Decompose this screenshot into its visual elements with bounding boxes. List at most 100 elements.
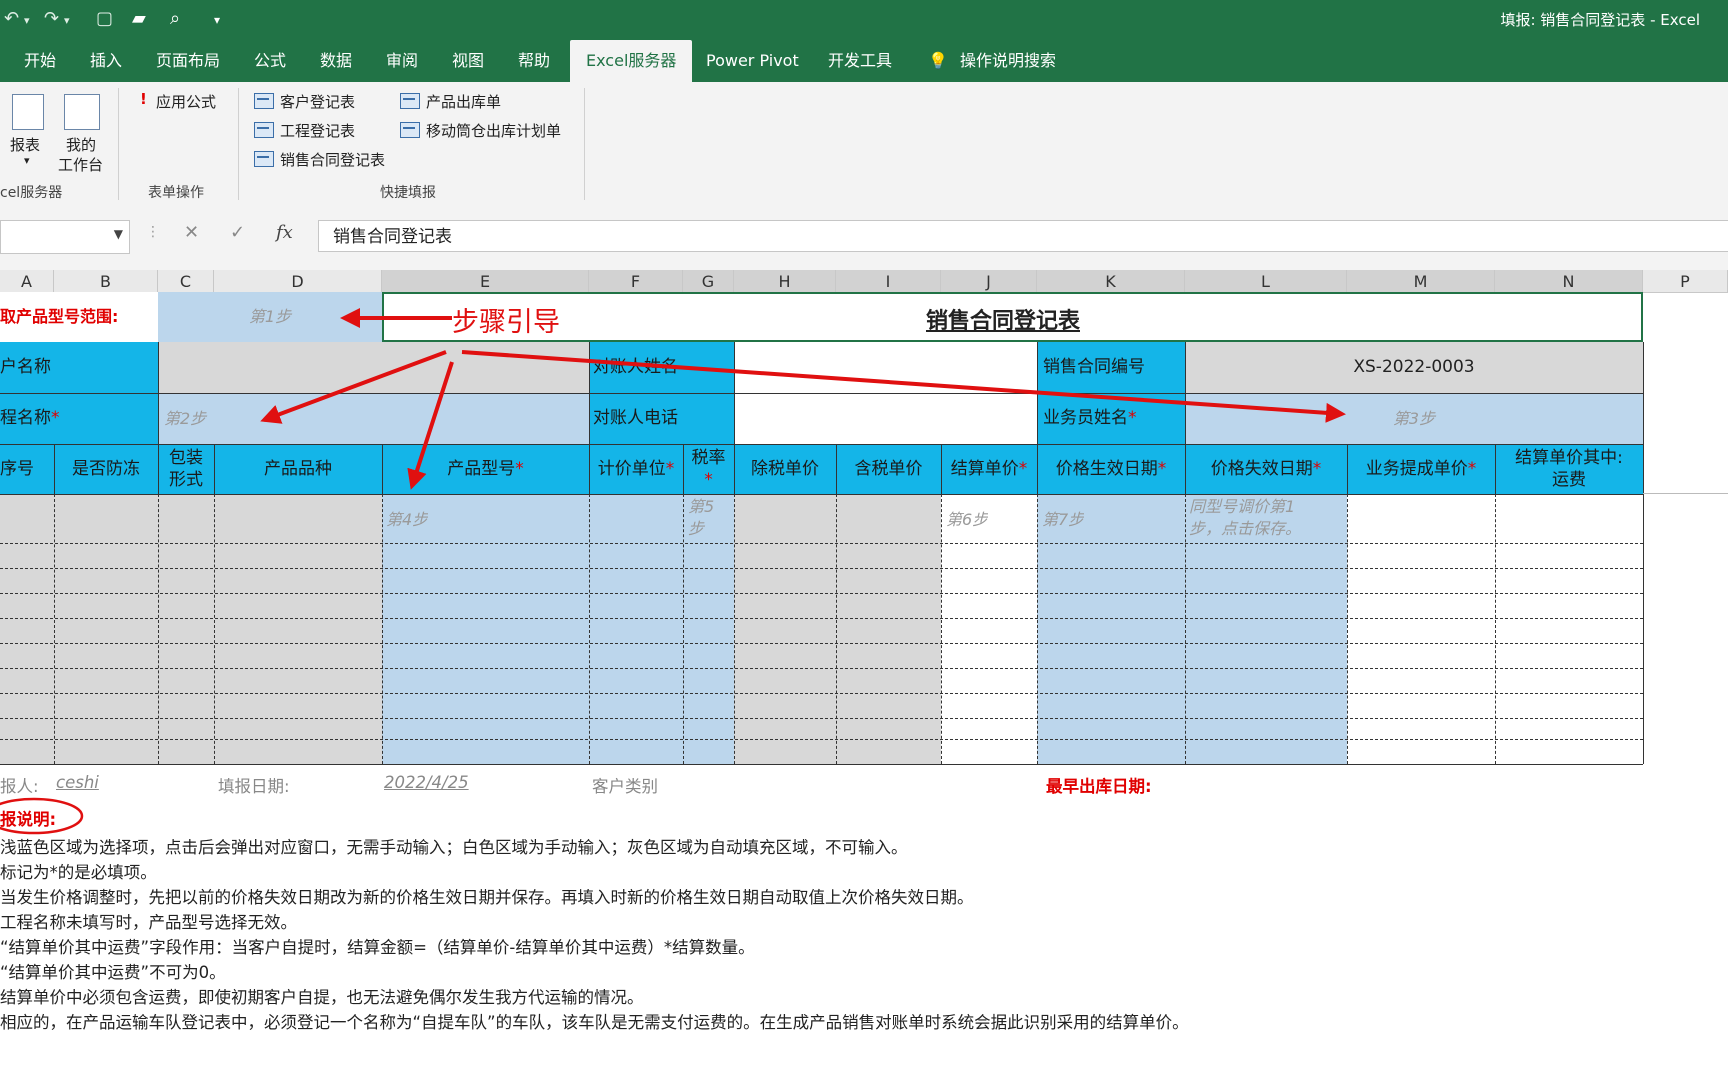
header-package: 包装 形式 — [158, 444, 214, 494]
grid-line — [0, 393, 1643, 394]
date-value[interactable]: 2022/4/25 — [384, 773, 469, 792]
column-header-m[interactable]: M — [1347, 270, 1495, 292]
customize-toolbar-icon[interactable]: ▾ — [214, 13, 220, 27]
formula-input[interactable]: 销售合同登记表 — [318, 220, 1728, 252]
tab-excel-server[interactable]: Excel服务器 — [570, 40, 693, 82]
column-header-i[interactable]: I — [836, 270, 941, 292]
column-headers: A B C D E F G H I J K L M N P — [0, 270, 1728, 293]
quick-fill-silo-plan[interactable]: 移动筒仓出库计划单 — [400, 120, 561, 141]
exclamation-icon: ! — [140, 90, 147, 108]
instruction-line: “结算单价其中运费”不可为0。 — [0, 963, 226, 982]
drag-handle-icon[interactable]: ⋮ — [146, 224, 160, 240]
apply-formula-button[interactable]: 应用公式 — [156, 91, 216, 112]
grid-line — [683, 444, 684, 494]
reporter-value[interactable]: ceshi — [56, 773, 99, 792]
report-button[interactable]: 报表 — [10, 134, 40, 155]
tab-page-layout[interactable]: 页面布局 — [140, 40, 236, 82]
detail-gray-prices — [734, 494, 941, 764]
instruction-line: 浅蓝色区域为选择项，点击后会弹出对应窗口，无需手动输入；白色区域为手动输入；灰色… — [0, 838, 908, 857]
tab-developer[interactable]: 开发工具 — [812, 40, 908, 82]
column-header-e[interactable]: E — [382, 270, 589, 292]
column-header-b[interactable]: B — [54, 270, 158, 292]
report-icon[interactable] — [12, 94, 44, 130]
workbench-button[interactable]: 我的 — [66, 134, 96, 155]
group-label-excel-server: cel服务器 — [0, 185, 63, 201]
instruction-line: “结算单价其中运费”字段作用：当客户自提时，结算金额=（结算单价-结算单价其中运… — [0, 938, 755, 957]
column-header-d[interactable]: D — [214, 270, 382, 292]
tab-help[interactable]: 帮助 — [502, 40, 566, 82]
tab-power-pivot[interactable]: Power Pivot — [690, 40, 815, 82]
column-header-g[interactable]: G — [683, 270, 734, 292]
redo-dropdown-icon[interactable]: ▾ — [64, 14, 70, 27]
sheet-grid: 取产品型号范围: 第1步 步骤引导 销售合同登记表 户名称 对账人姓名 销售合同… — [0, 292, 1728, 765]
sheet-title: 销售合同登记表 — [926, 309, 1081, 334]
grid-line — [683, 494, 684, 764]
tab-insert[interactable]: 插入 — [74, 40, 138, 82]
detail-gray-left — [0, 494, 382, 764]
grid-line — [0, 643, 1643, 644]
detail-select-model[interactable] — [382, 494, 734, 764]
column-header-j[interactable]: J — [941, 270, 1037, 292]
undo-icon[interactable]: ↶ — [4, 8, 19, 29]
quick-fill-sales-contract[interactable]: 销售合同登记表 — [254, 149, 385, 170]
workbench-icon[interactable] — [64, 94, 100, 130]
tab-data[interactable]: 数据 — [304, 40, 368, 82]
header-price-inc-tax: 含税单价 — [836, 444, 941, 494]
tab-home[interactable]: 开始 — [8, 40, 72, 82]
tab-view[interactable]: 视图 — [436, 40, 500, 82]
reconciler-phone-input[interactable] — [734, 393, 1037, 444]
column-header-a[interactable]: A — [0, 270, 54, 292]
column-header-k[interactable]: K — [1037, 270, 1185, 292]
grid-line — [0, 618, 1643, 619]
reconciler-name-input[interactable] — [734, 342, 1037, 393]
ribbon: 报表 ▾ 我的 工作台 cel服务器 ! 应用公式 表单操作 客户登记表 工程登… — [0, 82, 1728, 205]
undo-dropdown-icon[interactable]: ▾ — [24, 14, 30, 27]
column-header-n[interactable]: N — [1495, 270, 1643, 292]
grid-line — [836, 494, 837, 764]
grid-line — [1643, 342, 1644, 764]
name-box[interactable]: ▼ — [0, 220, 130, 254]
ribbon-tabs: 开始 插入 页面布局 公式 数据 审阅 视图 帮助 Excel服务器 Power… — [0, 40, 1728, 82]
name-box-dropdown-icon[interactable]: ▼ — [114, 227, 123, 241]
workbench-button-line2[interactable]: 工作台 — [58, 154, 103, 175]
quick-fill-customer[interactable]: 客户登记表 — [254, 91, 355, 112]
column-header-l[interactable]: L — [1185, 270, 1347, 292]
detail-settle-price[interactable] — [941, 494, 1037, 764]
reconciler-name-label: 对账人姓名 — [589, 342, 734, 393]
tab-review[interactable]: 审阅 — [370, 40, 434, 82]
reconciler-phone-label: 对账人电话 — [589, 393, 734, 444]
instruction-line: 当发生价格调整时，先把以前的价格失效日期改为新的价格生效日期并保存。再填入时新的… — [0, 888, 974, 907]
header-price-ex-tax: 除税单价 — [734, 444, 836, 494]
grid-line — [1185, 342, 1186, 494]
column-header-p[interactable]: P — [1643, 270, 1728, 292]
quick-fill-product-outbound[interactable]: 产品出库单 — [400, 91, 501, 112]
open-folder-icon[interactable]: ▰ — [132, 8, 146, 29]
confirm-icon[interactable]: ✓ — [230, 222, 245, 243]
quick-fill-project[interactable]: 工程登记表 — [254, 120, 355, 141]
cancel-icon[interactable]: ✕ — [184, 222, 199, 243]
project-name-input[interactable]: 第2步 — [158, 393, 589, 444]
header-effective-date: 价格生效日期* — [1037, 444, 1185, 494]
redo-icon[interactable]: ↷ — [44, 8, 59, 29]
grid-line — [0, 568, 1643, 569]
tab-formulas[interactable]: 公式 — [238, 40, 302, 82]
salesman-name-input[interactable]: 第3步 — [1185, 393, 1643, 444]
grid-line — [0, 494, 1643, 495]
print-preview-icon[interactable]: ⌕ — [170, 8, 180, 29]
header-tax-rate: 税率 * — [683, 444, 734, 494]
earliest-outbound-date-label: 最早出库日期: — [1046, 777, 1152, 796]
instruction-line: 工程名称未填写时，产品型号选择无效。 — [0, 913, 297, 932]
product-model-range-input[interactable]: 第1步 — [158, 292, 382, 342]
column-header-c[interactable]: C — [158, 270, 214, 292]
column-header-h[interactable]: H — [734, 270, 836, 292]
grid-line — [0, 543, 1643, 544]
tell-me-search[interactable]: 操作说明搜索 — [944, 40, 1072, 82]
new-file-icon[interactable]: ▢ — [96, 8, 113, 29]
function-icon[interactable]: fx — [276, 222, 293, 243]
header-freight: 结算单价其中: 运费 — [1495, 444, 1643, 494]
column-header-f[interactable]: F — [589, 270, 683, 292]
grid-line — [1347, 494, 1348, 764]
step-guide-annotation: 步骤引导 — [452, 307, 560, 338]
step5-hint: 第5 步 — [688, 497, 715, 538]
report-dropdown-icon[interactable]: ▾ — [24, 154, 30, 167]
